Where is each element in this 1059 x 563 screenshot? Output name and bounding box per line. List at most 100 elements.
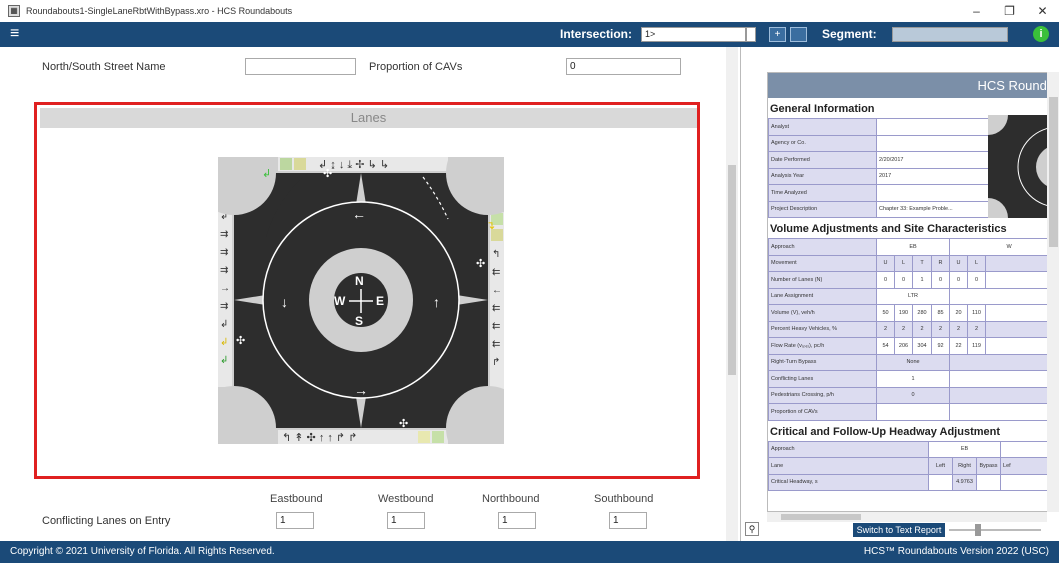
ns-street-input[interactable] bbox=[245, 58, 356, 75]
ns-street-label: North/South Street Name bbox=[42, 61, 166, 73]
lanes-panel: Lanes ↲ ↨ ↓ ⤓ ✢ ↳ ↳ ↰ ↟ ✣ ↑ ↑ ↱ ↱ ↲ ⇉ ⇉ … bbox=[34, 102, 700, 479]
svg-text:⇉: ⇉ bbox=[220, 247, 228, 258]
table-row: Lane Assignment LTR bbox=[768, 287, 1059, 305]
svg-text:⇇: ⇇ bbox=[492, 321, 500, 332]
cav-label: Proportion of CAVs bbox=[369, 61, 463, 73]
general-info-table: Analyst Agency or Co. Date Performed 2/20… bbox=[768, 118, 989, 218]
info-icon[interactable]: i bbox=[1033, 26, 1049, 42]
roundabout-diagram: ↲ ↨ ↓ ⤓ ✢ ↳ ↳ ↰ ↟ ✣ ↑ ↑ ↱ ↱ ↲ ⇉ ⇉ ⇉ → ⇉ … bbox=[218, 157, 504, 444]
zoom-slider-thumb[interactable] bbox=[975, 524, 981, 536]
svg-text:⇉: ⇉ bbox=[220, 229, 228, 240]
report-horizontal-scroll-thumb[interactable] bbox=[781, 514, 861, 520]
north-lane-icons[interactable]: ↲ ↨ ↓ ⤓ ✢ ↳ ↳ bbox=[278, 157, 448, 171]
table-row: Analysis Year 2017 bbox=[768, 167, 989, 185]
table-row: Flow Rate (v₍ₚₑ₎), pc/h 54 206 304 92 22 119 bbox=[768, 337, 1059, 355]
table-row: Approach EB bbox=[768, 440, 1059, 458]
svg-text:↓: ↓ bbox=[281, 294, 288, 310]
table-row: Movement U L T R U L bbox=[768, 254, 1059, 272]
svg-text:✣: ✣ bbox=[399, 418, 408, 430]
svg-text:✣: ✣ bbox=[236, 335, 245, 347]
svg-text:→: → bbox=[354, 382, 368, 398]
svg-text:←: ← bbox=[492, 285, 502, 296]
table-row: Proportion of CAVs bbox=[768, 403, 1059, 421]
table-row: Lane Left Right Bypass Lef bbox=[768, 457, 1059, 475]
table-row: Agency or Co. bbox=[768, 134, 989, 152]
table-row: Project Description Chapter 33: Example P… bbox=[768, 200, 989, 218]
compass-south: S bbox=[355, 314, 363, 328]
svg-text:↱: ↱ bbox=[492, 357, 500, 368]
svg-text:✣: ✣ bbox=[323, 168, 332, 180]
svg-text:⇉: ⇉ bbox=[220, 301, 228, 312]
compass-east: E bbox=[376, 294, 384, 308]
svg-text:↲: ↲ bbox=[262, 168, 271, 180]
table-row: Pedestrians Crossing, p/h00 bbox=[768, 386, 1059, 404]
intersection-select[interactable]: 1> bbox=[641, 27, 746, 42]
copyright-text: Copyright © 2021 University of Florida. … bbox=[10, 546, 275, 557]
zoom-slider-track[interactable] bbox=[949, 529, 1041, 531]
conflicting-lanes-label: Conflicting Lanes on Entry bbox=[42, 515, 171, 527]
input-pane: North/South Street Name Proportion of CA… bbox=[0, 47, 738, 541]
intersection-label: Intersection: bbox=[560, 27, 633, 41]
segment-select[interactable] bbox=[892, 27, 1008, 42]
window-title: Roundabouts1-SingleLaneRbtWithBypass.xro… bbox=[26, 6, 293, 16]
volume-table: Approach EB W Movement U L T R U L Number of Lan… bbox=[768, 238, 1059, 421]
conflicting-nb-input[interactable]: 1 bbox=[498, 512, 536, 529]
conflicting-wb-input[interactable]: 1 bbox=[387, 512, 425, 529]
svg-text:⇉: ⇉ bbox=[220, 265, 228, 276]
compass-west: W bbox=[334, 294, 346, 308]
table-row: Date Performed 2/20/2017 bbox=[768, 151, 989, 169]
report-vertical-scroll-thumb[interactable] bbox=[1049, 97, 1058, 247]
version-text: HCS™ Roundabouts Version 2022 (USC) bbox=[863, 546, 1049, 557]
table-row: Approach EB W bbox=[768, 238, 1059, 256]
report-preview: HCS Roundal General Information Analyst … bbox=[767, 72, 1059, 512]
hamburger-menu-icon[interactable]: ≡ bbox=[10, 26, 26, 42]
cav-input[interactable]: 0 bbox=[566, 58, 681, 75]
svg-text:↲: ↲ bbox=[220, 355, 228, 366]
volume-adjustments-title: Volume Adjustments and Site Characterist… bbox=[768, 218, 1059, 238]
compass-north: N bbox=[355, 274, 364, 288]
svg-text:↲: ↲ bbox=[220, 337, 228, 348]
svg-text:↑: ↑ bbox=[433, 294, 440, 310]
svg-text:↲: ↲ bbox=[220, 319, 228, 330]
svg-text:←: ← bbox=[352, 206, 366, 222]
svg-text:✣: ✣ bbox=[476, 258, 485, 270]
conflicting-eb-input[interactable]: 1 bbox=[276, 512, 314, 529]
input-pane-scroll-thumb[interactable] bbox=[728, 165, 736, 375]
window-controls: – ❐ ✕ bbox=[960, 0, 1059, 22]
eastbound-header: Eastbound bbox=[270, 493, 323, 505]
restore-button[interactable]: ❐ bbox=[993, 0, 1026, 22]
svg-text:→: → bbox=[220, 283, 230, 294]
close-button[interactable]: ✕ bbox=[1026, 0, 1059, 22]
intersection-dropdown-button[interactable] bbox=[746, 27, 756, 42]
svg-text:↰ ↟ ✣ ↑ ↑ ↱ ↱: ↰ ↟ ✣ ↑ ↑ ↱ ↱ bbox=[282, 432, 357, 444]
northbound-header: Northbound bbox=[482, 493, 540, 505]
report-pane: HCS Roundal General Information Analyst … bbox=[740, 47, 1059, 541]
westbound-header: Westbound bbox=[378, 493, 434, 505]
table-row: Analyst bbox=[768, 118, 989, 136]
lanes-header: Lanes bbox=[40, 108, 697, 128]
table-row: Number of Lanes (N) 0 0 1 0 0 0 bbox=[768, 271, 1059, 289]
east-lane-icons[interactable]: ↰ ⇇ ← ⇇ ⇇ ⇇ ↱ bbox=[490, 212, 504, 392]
table-row: Time Analyzed bbox=[768, 184, 989, 202]
headway-title: Critical and Follow-Up Headway Adjustmen… bbox=[768, 420, 1059, 441]
zoom-icon[interactable]: ⚲ bbox=[745, 522, 759, 536]
table-row: Percent Heavy Vehicles, % 2 2 2 2 2 2 bbox=[768, 320, 1059, 338]
minimize-button[interactable]: – bbox=[960, 0, 993, 22]
svg-text:↴: ↴ bbox=[486, 220, 495, 232]
svg-text:⇇: ⇇ bbox=[492, 303, 500, 314]
report-header: HCS Roundal bbox=[768, 73, 1059, 98]
segment-label: Segment: bbox=[822, 27, 877, 41]
svg-text:↰: ↰ bbox=[492, 249, 500, 260]
window-title-bar: ▦ Roundabouts1-SingleLaneRbtWithBypass.x… bbox=[0, 0, 1059, 22]
table-row: Volume (V), veh/h 50 190 280 85 20 110 bbox=[768, 304, 1059, 322]
conflicting-sb-input[interactable]: 1 bbox=[609, 512, 647, 529]
south-lane-icons[interactable]: ↰ ↟ ✣ ↑ ↑ ↱ ↱ bbox=[278, 430, 448, 444]
top-toolbar: ≡ Intersection: 1> + Segment: i bbox=[0, 22, 1059, 47]
svg-text:⇇: ⇇ bbox=[492, 339, 500, 350]
add-intersection-button[interactable]: + bbox=[769, 27, 786, 42]
remove-intersection-button[interactable] bbox=[790, 27, 807, 42]
switch-to-text-report-button[interactable]: Switch to Text Report bbox=[853, 523, 945, 537]
table-row: Conflicting Lanes11 bbox=[768, 370, 1059, 388]
west-lane-icons[interactable]: ↲ ⇉ ⇉ ⇉ → ⇉ ↲ ↲ ↲ bbox=[218, 207, 232, 387]
app-icon: ▦ bbox=[8, 5, 20, 17]
